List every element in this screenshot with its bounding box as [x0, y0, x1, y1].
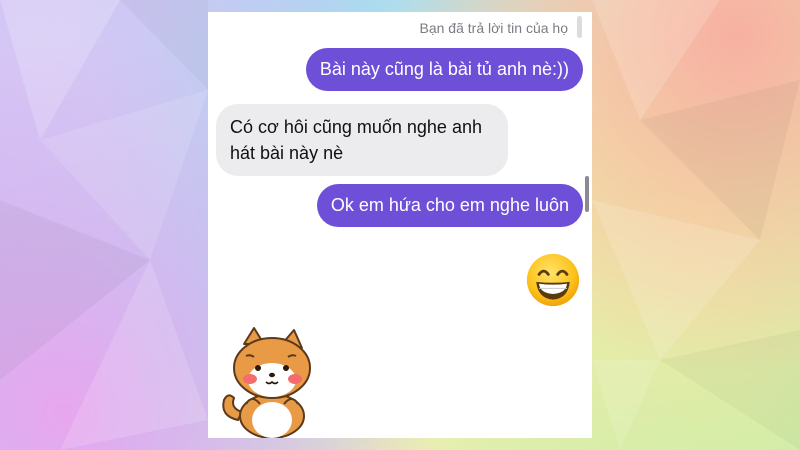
- outgoing-message-bubble[interactable]: Bài này cũng là bài tủ anh nè:)): [305, 48, 583, 91]
- incoming-message-bubble[interactable]: Có cơ hôi cũng muốn nghe anh hát bài này…: [216, 104, 508, 176]
- scrollbar-thumb[interactable]: [585, 176, 589, 212]
- outgoing-message-bubble[interactable]: Ok em hứa cho em nghe luôn: [316, 184, 583, 227]
- grinning-face-emoji[interactable]: [524, 252, 582, 308]
- scrollbar-top[interactable]: [577, 16, 582, 38]
- reply-status-text: Bạn đã trả lời tin của họ: [419, 20, 569, 36]
- chat-panel: Bạn đã trả lời tin của họ Bài này cũng l…: [208, 12, 592, 438]
- shiba-dog-sticker[interactable]: [216, 324, 326, 438]
